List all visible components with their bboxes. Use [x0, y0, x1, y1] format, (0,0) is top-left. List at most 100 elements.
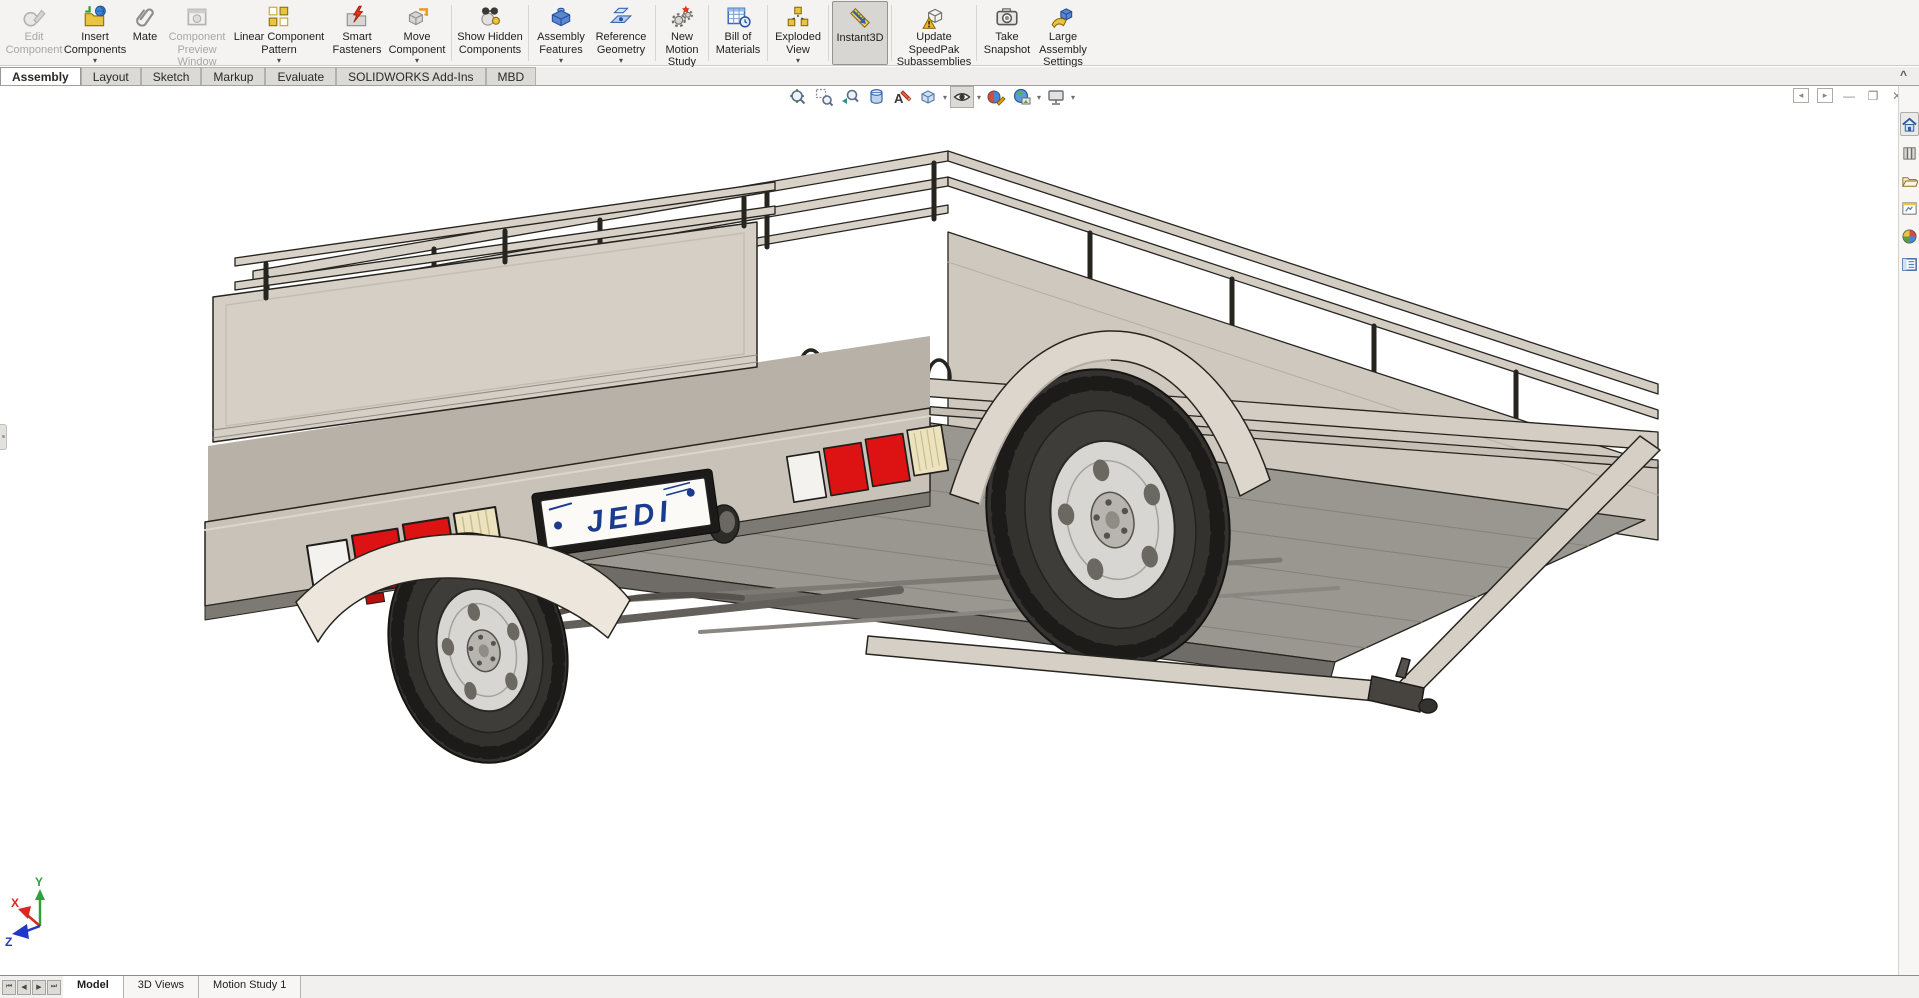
assembly-features-icon [551, 7, 571, 27]
custom-properties-button[interactable] [1900, 252, 1919, 276]
trailer-model[interactable]: JEDI [204, 150, 1661, 781]
ribbon-button-label: Smart Fasteners [332, 31, 382, 56]
ribbon-button-instant3d[interactable]: Instant3D [832, 1, 888, 65]
ribbon-button-large-assembly-settings[interactable]: Large Assembly Settings [1034, 1, 1092, 68]
ribbon-button-new-motion-study[interactable]: New Motion Study [659, 1, 705, 68]
bottom-tab-motion-study-1[interactable]: Motion Study 1 [199, 976, 302, 998]
collapse-ribbon-chevron-icon[interactable]: ^ [1900, 68, 1907, 82]
pane-collapse-left-button[interactable]: ◂ [1793, 88, 1809, 103]
design-library-button[interactable] [1900, 140, 1919, 164]
solidworks-window: Edit Component Insert Components ▾ Mate … [0, 0, 1919, 998]
ribbon-button-show-hidden-components[interactable]: Show Hidden Components [455, 1, 525, 65]
ribbon-separator [891, 5, 892, 61]
display-style-dropdown-arrow[interactable]: ▾ [943, 93, 947, 102]
triad-x-label: X [11, 896, 19, 910]
hide-show-items-button[interactable] [950, 86, 975, 108]
ribbon-button-take-snapshot[interactable]: Take Snapshot [980, 1, 1034, 65]
pane-collapse-right-button[interactable]: ▸ [1817, 88, 1833, 103]
ribbon-button-smart-fasteners[interactable]: Smart Fasteners [328, 1, 386, 65]
dropdown-arrow-icon[interactable]: ▾ [559, 57, 563, 65]
insert-components-icon [84, 5, 106, 27]
edit-appearance-button[interactable] [984, 86, 1008, 108]
view-settings-dropdown-arrow[interactable]: ▾ [1071, 93, 1075, 102]
new-motion-study-icon [671, 5, 694, 28]
annotation-views-button[interactable]: A [890, 86, 914, 108]
ribbon-button-reference-geometry[interactable]: Reference Geometry ▾ [590, 1, 652, 65]
zoom-to-fit-icon [790, 89, 806, 105]
ribbon-button-label: Update SpeedPak Subassemblies [896, 31, 972, 68]
ribbon-button-move-component[interactable]: Move Component ▾ [386, 1, 448, 65]
zoom-to-area-button[interactable] [812, 86, 836, 108]
component-preview-window-icon [187, 8, 207, 26]
bottom-tab-3d-views[interactable]: 3D Views [123, 976, 200, 998]
tab-navigation-buttons: ⏮ ◀ ▶ ⏭ [0, 976, 63, 998]
next-tab-nav-icon[interactable]: ▶ [32, 979, 46, 995]
ribbon-button-linear-component-pattern[interactable]: Linear Component Pattern ▾ [230, 1, 328, 65]
view-palette-button[interactable] [1900, 196, 1919, 220]
bottom-tab-bar: ⏮ ◀ ▶ ⏭ Model 3D Views Motion Study 1 [0, 975, 1919, 998]
edit-component-icon [23, 9, 46, 27]
eye-icon [953, 93, 971, 101]
first-tab-nav-icon[interactable]: ⏮ [2, 979, 16, 995]
apply-scene-dropdown-arrow[interactable]: ▾ [1037, 93, 1041, 102]
bottom-tab-model[interactable]: Model [63, 976, 124, 998]
command-manager-ribbon: Edit Component Insert Components ▾ Mate … [0, 0, 1919, 68]
apply-scene-button[interactable] [1010, 86, 1034, 108]
ribbon-button-update-speedpak-subassemblies[interactable]: Update SpeedPak Subassemblies [895, 1, 973, 68]
dropdown-arrow-icon[interactable]: ▾ [796, 57, 800, 65]
heads-up-view-toolbar: A ▾ ▾ ▾ ▾ [786, 86, 1076, 108]
ribbon-button-exploded-view[interactable]: Exploded View ▾ [771, 1, 825, 65]
solidworks-resources-home-button[interactable] [1900, 112, 1919, 136]
display-style-button[interactable] [916, 86, 940, 108]
tab-mbd[interactable]: MBD [485, 67, 537, 85]
dropdown-arrow-icon[interactable]: ▾ [277, 57, 281, 65]
tab-markup[interactable]: Markup [201, 67, 266, 85]
last-tab-nav-icon[interactable]: ⏭ [47, 979, 61, 995]
custom-properties-form-icon [1902, 257, 1917, 271]
reference-geometry-icon [609, 7, 633, 23]
appearances-sphere-icon [1902, 229, 1917, 243]
ribbon-button-label: Bill of Materials [715, 31, 761, 56]
collapsed-panel-tab[interactable] [0, 424, 7, 450]
ribbon-button-bill-of-materials[interactable]: Bill of Materials [712, 1, 764, 65]
ribbon-button-component-preview-window[interactable]: Component Preview Window [164, 1, 230, 68]
restore-button[interactable]: ❐ [1865, 88, 1881, 103]
show-hidden-components-icon [481, 7, 500, 26]
view-settings-button[interactable] [1044, 86, 1068, 108]
zoom-to-fit-button[interactable] [786, 86, 810, 108]
graphics-viewport[interactable]: JEDI Y X Z A ▾ ▾ ▾ ▾ ◂ ▸ — ❐ ✕ [0, 86, 1919, 975]
ribbon-button-label: Instant3D [836, 32, 884, 44]
ribbon-button-edit-component[interactable]: Edit Component [4, 1, 64, 65]
tab-sketch[interactable]: Sketch [140, 67, 202, 85]
previous-tab-nav-icon[interactable]: ◀ [17, 979, 31, 995]
minimize-button[interactable]: — [1841, 88, 1857, 103]
appearances-scenes-button[interactable] [1900, 224, 1919, 248]
previous-view-button[interactable] [838, 86, 862, 108]
ribbon-button-mate[interactable]: Mate [126, 1, 164, 65]
ribbon-separator [708, 5, 709, 61]
dropdown-arrow-icon[interactable]: ▾ [93, 57, 97, 65]
annotation-views-icon: A [894, 90, 912, 106]
ribbon-button-label: New Motion Study [665, 31, 699, 68]
section-view-button[interactable] [864, 86, 888, 108]
tab-solidworks-add-ins[interactable]: SOLIDWORKS Add-Ins [336, 67, 486, 85]
dropdown-arrow-icon[interactable]: ▾ [619, 57, 623, 65]
previous-view-icon [842, 89, 859, 104]
edit-appearance-icon [987, 90, 1006, 106]
tab-evaluate[interactable]: Evaluate [265, 67, 337, 85]
mate-paperclip-icon [136, 8, 154, 27]
ribbon-button-assembly-features[interactable]: Assembly Features ▾ [532, 1, 590, 65]
move-component-icon [408, 8, 429, 26]
file-explorer-button[interactable] [1900, 168, 1919, 192]
ribbon-button-label: Show Hidden Components [457, 31, 523, 56]
update-speedpak-icon [922, 8, 943, 29]
tab-layout[interactable]: Layout [80, 67, 141, 85]
folder-icon [1902, 176, 1918, 187]
hide-show-items-dropdown-arrow[interactable]: ▾ [977, 93, 981, 102]
ribbon-button-insert-components[interactable]: Insert Components ▾ [64, 1, 126, 65]
tab-assembly[interactable]: Assembly [0, 67, 81, 85]
orientation-triad: Y X Z [5, 875, 45, 949]
dropdown-arrow-icon[interactable]: ▾ [415, 57, 419, 65]
take-snapshot-camera-icon [996, 8, 1018, 26]
ribbon-button-label: Assembly Features [537, 31, 585, 56]
